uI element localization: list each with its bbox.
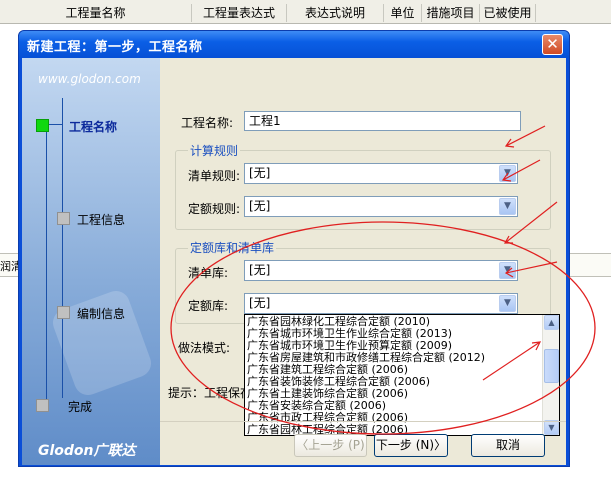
calc-rules-group [175, 150, 551, 230]
step-indicator [36, 399, 49, 412]
dialog-titlebar[interactable]: 新建工程：第一步，工程名称 ✕ [19, 31, 569, 58]
quota-library-label: 定额库: [188, 299, 229, 313]
step-label-project-name: 工程名称 [69, 120, 118, 134]
quota-library-dropdown-list[interactable]: 广东省园林绿化工程综合定额 (2010) 广东省城市环境卫生作业综合定额 (20… [244, 314, 560, 436]
list-rule-label: 清单规则: [188, 169, 241, 183]
library-title: 定额库和清单库 [188, 239, 277, 256]
quota-rule-combo[interactable]: [无] ▼ [244, 196, 518, 217]
side-decoration [49, 287, 155, 399]
list-library-value: [无] [249, 263, 271, 277]
column-header[interactable]: 工程量表达式 [192, 4, 287, 22]
glodon-logo: Glodon广联达 [38, 443, 136, 459]
list-library-combo[interactable]: [无] ▼ [244, 260, 518, 281]
column-header[interactable]: 措施项目 [422, 4, 480, 22]
website-url: www.glodon.com [38, 72, 141, 86]
next-button[interactable]: 下一步 (N)〉 [374, 434, 448, 457]
chevron-down-icon[interactable]: ▼ [499, 262, 516, 279]
step-label-project-info: 工程信息 [77, 213, 126, 227]
column-header[interactable]: 已被使用 [480, 4, 536, 22]
step-label-finish: 完成 [68, 400, 93, 414]
hint-text: 提示：工程保存 [168, 386, 253, 400]
chevron-down-icon[interactable]: ▼ [499, 295, 516, 312]
chevron-down-icon[interactable]: ▼ [499, 198, 516, 215]
dialog-title: 新建工程：第一步，工程名称 [27, 40, 203, 55]
scroll-up-icon[interactable]: ▲ [544, 315, 559, 330]
close-button[interactable]: ✕ [542, 34, 563, 55]
scrollbar-thumb[interactable] [544, 349, 559, 383]
wizard-side-panel: www.glodon.com 工程名称 工程信息 编制信息 完成 Glodon广… [22, 58, 160, 465]
step-label-compile-info: 编制信息 [77, 307, 126, 321]
column-header[interactable]: 表达式说明 [287, 4, 384, 22]
calc-rules-title: 计算规则 [188, 142, 241, 159]
button-bar: 〈上一步 (P) 下一步 (N)〉 取消 [160, 421, 566, 465]
cancel-button[interactable]: 取消 [471, 434, 545, 457]
dropdown-scrollbar[interactable]: ▲ ▼ [542, 315, 559, 435]
list-rule-value: [无] [249, 166, 271, 180]
project-name-input[interactable]: 工程1 [244, 111, 521, 131]
step-connector-line [62, 98, 63, 398]
new-project-dialog: 新建工程：第一步，工程名称 ✕ www.glodon.com 工程名称 工程信息… [18, 30, 570, 467]
step-indicator-active [36, 119, 49, 132]
list-rule-combo[interactable]: [无] ▼ [244, 163, 518, 184]
step-connector-line [46, 124, 47, 399]
column-header[interactable]: 单位 [384, 4, 422, 22]
quota-library-combo[interactable]: [无] ▼ [244, 293, 518, 314]
quota-library-value: [无] [249, 296, 271, 310]
dialog-client: www.glodon.com 工程名称 工程信息 编制信息 完成 Glodon广… [22, 58, 566, 465]
step-indicator [57, 306, 70, 319]
chevron-down-icon[interactable]: ▼ [499, 165, 516, 182]
step-indicator [57, 212, 70, 225]
mode-label: 做法模式: [178, 341, 231, 355]
background-table-header: 工程量名称 工程量表达式 表达式说明 单位 措施项目 已被使用 [0, 0, 611, 24]
quota-rule-label: 定额规则: [188, 202, 241, 216]
column-header[interactable]: 工程量名称 [0, 4, 192, 22]
list-library-label: 清单库: [188, 266, 229, 280]
project-name-label: 工程名称: [181, 116, 234, 130]
prev-button[interactable]: 〈上一步 (P) [294, 434, 367, 457]
quota-rule-value: [无] [249, 199, 271, 213]
